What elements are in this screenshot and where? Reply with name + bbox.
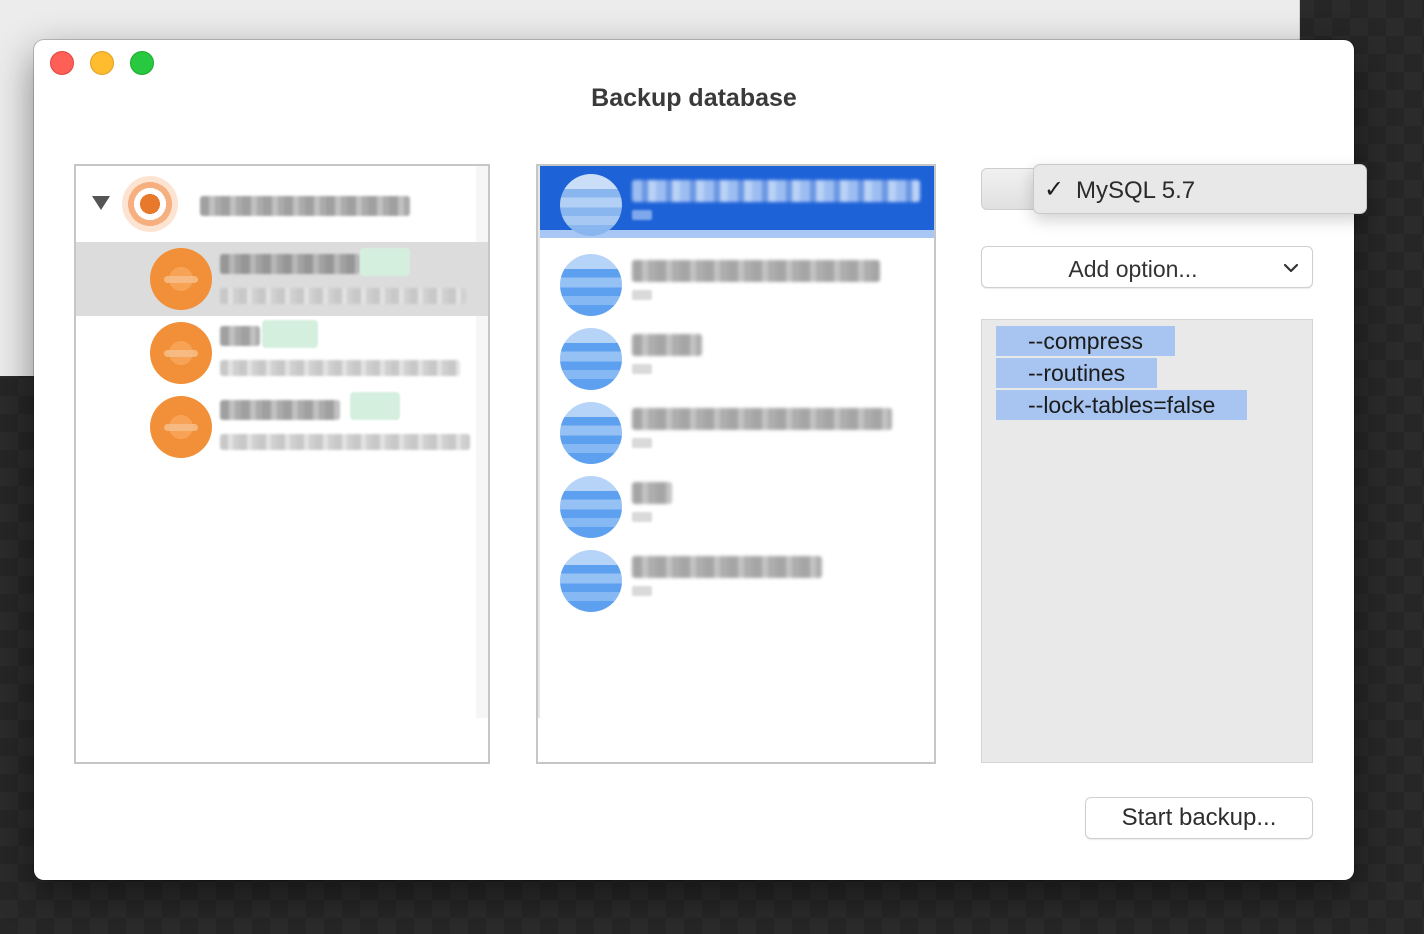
mysql-version-menu-item[interactable]: ✓ MySQL 5.7 (1033, 164, 1367, 214)
database-list[interactable] (536, 164, 936, 764)
redacted-database-name (632, 260, 880, 282)
zoom-window-button[interactable] (130, 51, 154, 75)
redacted-database-size (632, 290, 652, 300)
mysql-version-label: MySQL 5.7 (1076, 177, 1196, 204)
database-icon (560, 402, 622, 464)
environment-tag (350, 392, 400, 420)
database-item[interactable] (540, 246, 934, 318)
minimize-window-button[interactable] (90, 51, 114, 75)
redacted-database-size (632, 438, 652, 448)
database-icon (560, 174, 622, 236)
redacted-connection-host (220, 288, 466, 304)
redacted-database-size (632, 512, 652, 522)
redacted-database-size (632, 364, 652, 374)
database-item[interactable] (540, 542, 934, 614)
redacted-connection-name (220, 400, 340, 420)
database-icon (560, 476, 622, 538)
redacted-group-name (200, 196, 410, 216)
option-token[interactable]: --compress (996, 326, 1176, 356)
dialog-title: Backup database (591, 84, 797, 112)
redacted-database-name (632, 180, 920, 202)
add-option-label: Add option... (1068, 256, 1198, 282)
close-window-button[interactable] (50, 51, 74, 75)
database-icon (560, 328, 622, 390)
start-backup-button[interactable]: Start backup... (1085, 797, 1313, 839)
database-item[interactable] (540, 468, 934, 540)
redacted-database-name (632, 334, 702, 356)
mysql-version-popup[interactable] (981, 168, 1041, 210)
redacted-connection-host (220, 360, 460, 376)
redacted-database-size (632, 210, 652, 220)
redacted-database-size (632, 586, 652, 596)
option-token[interactable]: --lock-tables=false (996, 390, 1248, 420)
database-icon (560, 254, 622, 316)
database-item-selected[interactable] (540, 166, 934, 238)
connection-icon (150, 396, 212, 458)
environment-tag (360, 248, 410, 276)
database-item[interactable] (540, 320, 934, 392)
redacted-database-name (632, 408, 892, 430)
redacted-connection-name (220, 326, 260, 346)
option-token[interactable]: --routines (996, 358, 1158, 388)
connection-item[interactable] (76, 316, 488, 390)
connection-list[interactable] (74, 164, 490, 764)
chevron-down-icon (1283, 263, 1299, 273)
redacted-database-name (632, 482, 672, 504)
connection-item-selected[interactable] (76, 242, 488, 316)
connection-icon (150, 322, 212, 384)
environment-tag (262, 320, 318, 348)
redacted-connection-name (220, 254, 360, 274)
redacted-connection-host (220, 434, 470, 450)
checkmark-icon: ✓ (1044, 176, 1065, 203)
connection-item[interactable] (76, 390, 488, 464)
connection-group-icon (122, 176, 178, 232)
database-icon (560, 550, 622, 612)
connection-icon (150, 248, 212, 310)
disclosure-triangle-icon[interactable] (92, 196, 110, 210)
redacted-database-name (632, 556, 822, 578)
add-option-dropdown[interactable]: Add option... (981, 246, 1313, 288)
connection-group-row[interactable] (76, 166, 476, 242)
options-token-field[interactable]: --compress --routines --lock-tables=fals… (981, 319, 1313, 763)
database-item[interactable] (540, 394, 934, 466)
backup-dialog: Backup database ✓ MySQL 5.7 Add option..… (34, 40, 1367, 880)
